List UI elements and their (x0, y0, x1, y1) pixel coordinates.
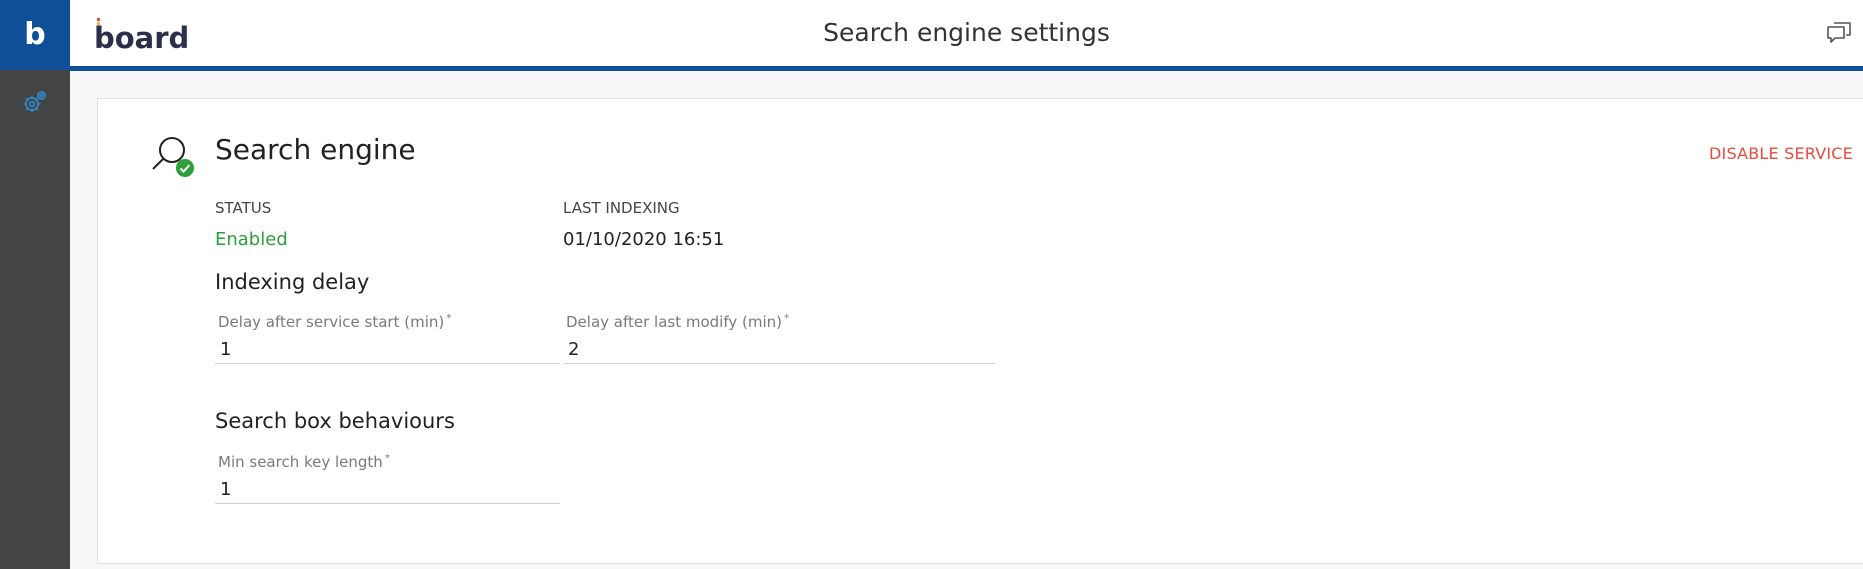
disable-service-button[interactable]: DISABLE SERVICE (1709, 144, 1853, 163)
app-logo[interactable]: b (0, 0, 70, 70)
status-label: STATUS (215, 199, 272, 217)
app-logo-letter: b (24, 17, 46, 52)
indexing-delay-heading: Indexing delay (215, 270, 370, 294)
search-icon (152, 137, 194, 177)
top-bar: board Search engine settings (70, 0, 1863, 71)
last-indexing-value: 01/10/2020 16:51 (563, 229, 725, 250)
side-rail: b (0, 0, 70, 569)
delay-service-start-field[interactable]: Delay after service start (min) * (215, 313, 560, 364)
settings-gear-icon[interactable] (21, 88, 49, 116)
delay-service-start-input[interactable] (215, 337, 560, 361)
search-box-heading: Search box behaviours (215, 409, 455, 433)
delay-service-start-label: Delay after service start (min) * (218, 313, 452, 331)
chat-icon[interactable] (1825, 20, 1853, 46)
delay-last-modify-field[interactable]: Delay after last modify (min) * (563, 313, 995, 364)
section-title: Search engine (215, 133, 416, 166)
last-indexing-label: LAST INDEXING (563, 199, 680, 217)
status-value: Enabled (215, 229, 288, 250)
page-title: Search engine settings (823, 18, 1110, 47)
min-key-length-field[interactable]: Min search key length * (215, 453, 560, 504)
check-circle-icon (176, 159, 194, 177)
delay-last-modify-label: Delay after last modify (min) * (566, 313, 789, 331)
min-key-length-input[interactable] (215, 477, 560, 501)
min-key-length-label: Min search key length * (218, 453, 390, 471)
delay-last-modify-input[interactable] (563, 337, 995, 361)
